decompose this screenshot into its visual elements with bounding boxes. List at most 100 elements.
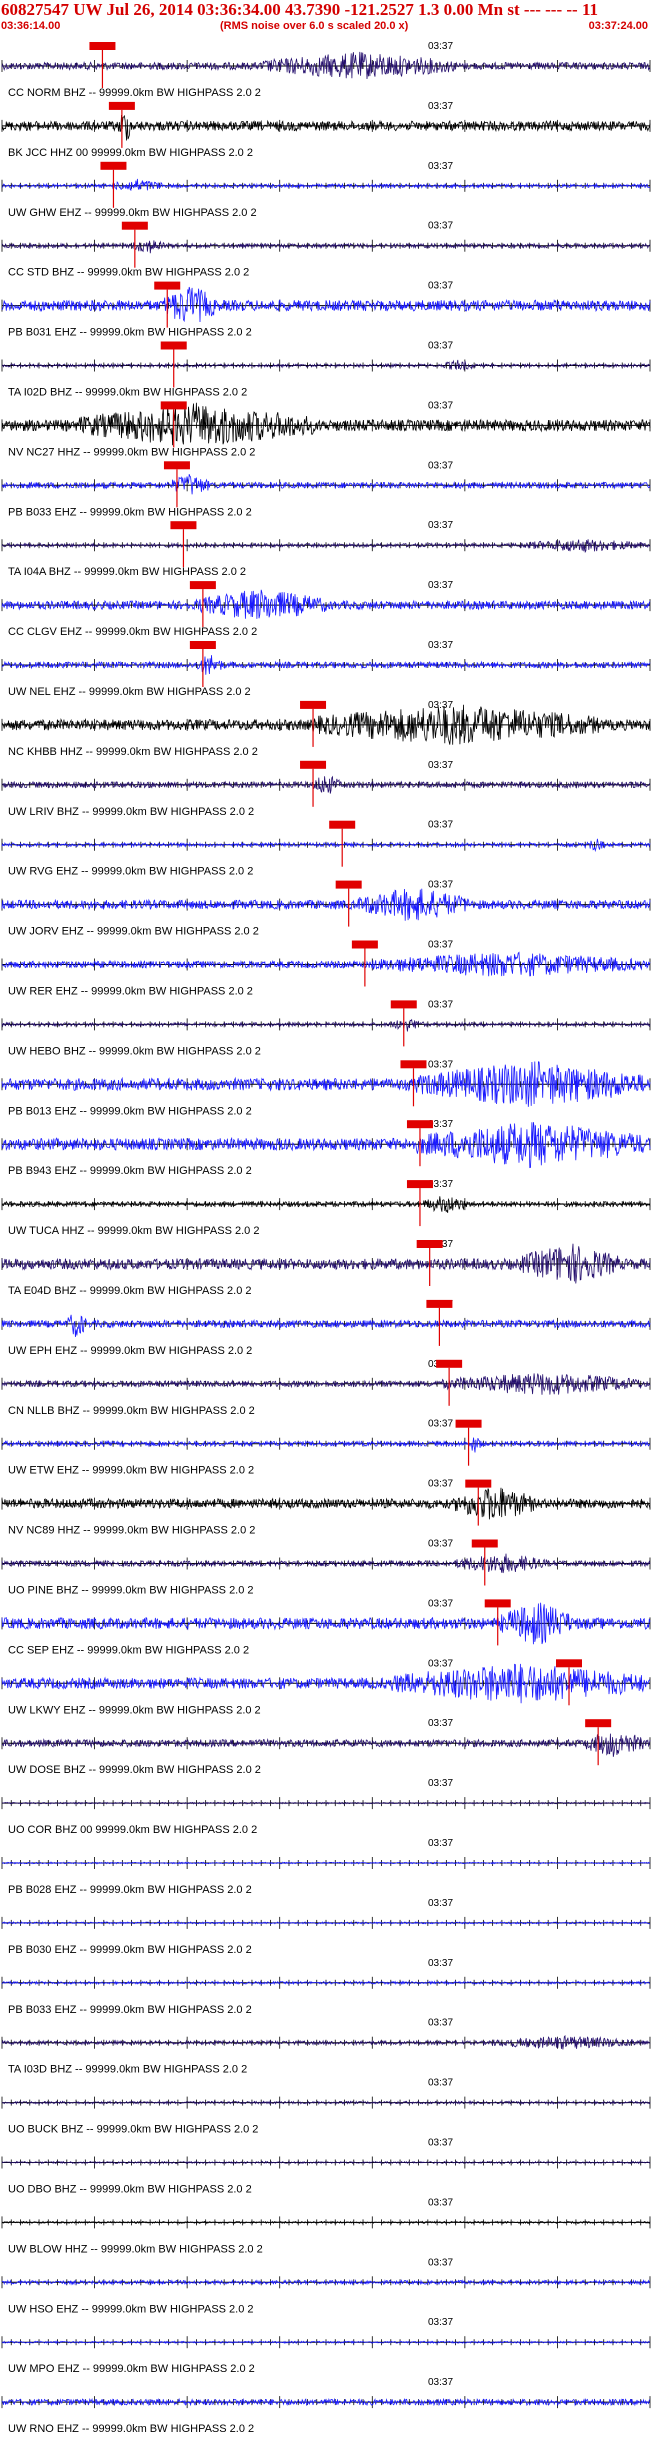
trace-row: 03:37TA E04D BHZ -- 99999.0km BW HIGHPAS…	[1, 1239, 651, 1297]
pick-marker	[406, 1180, 433, 1189]
station-label: TA I04A BHZ -- 99999.0km BW HIGHPASS 2.0…	[8, 566, 246, 578]
pick-marker	[465, 1479, 492, 1488]
trace-row: 03:37 UW MPO EHZ -- 99999.0km BW HIGHPASS…	[1, 2317, 651, 2375]
trace-row: 03:37 UW RNO EHZ -- 99999.0km BW HIGHPASS…	[1, 2377, 651, 2435]
minute-label: 03:37	[428, 1479, 453, 1490]
station-label: PB B030 EHZ -- 99999.0km BW HIGHPASS 2.0…	[8, 1944, 252, 1956]
pick-marker	[455, 1419, 482, 1428]
minute-label: 03:37	[428, 2197, 453, 2208]
pick-marker	[351, 940, 378, 949]
minute-label: 03:37	[428, 880, 453, 891]
pick-marker	[163, 461, 190, 470]
trace-row: 03:37 UO PINE BHZ -- 99999.0km BW HIGHPAS…	[1, 1539, 651, 1597]
pick-marker	[406, 1120, 433, 1129]
station-label: UW TUCA HHZ -- 99999.0km BW HIGHPASS 2.0…	[8, 1225, 259, 1237]
station-label: CN NLLB BHZ -- 99999.0km BW HIGHPASS 2.0…	[8, 1405, 255, 1417]
pick-marker	[390, 1000, 417, 1009]
trace-row: 03:37 TA I03D BHZ -- 99999.0km BW HIGHPAS…	[1, 2018, 651, 2076]
trace-row: 03:37 NV NC27 HHZ -- 99999.0km BW HIGHPAS…	[1, 400, 651, 458]
station-label: UW ETW EHZ -- 99999.0km BW HIGHPASS 2.0 …	[8, 1465, 254, 1477]
station-label: PB B028 EHZ -- 99999.0km BW HIGHPASS 2.0…	[8, 1884, 252, 1896]
minute-label: 03:37	[428, 580, 453, 591]
minute-label: 03:37	[428, 2377, 453, 2388]
station-label: UO COR BHZ 00 99999.0km BW HIGHPASS 2.0 …	[8, 1824, 257, 1836]
station-label: UW NEL EHZ -- 99999.0km BW HIGHPASS 2.0 …	[8, 686, 251, 698]
pick-marker	[484, 1599, 511, 1608]
trace-row: 03:37 CC CLGV EHZ -- 99999.0km BW HIGHPAS…	[1, 580, 651, 638]
waveform	[1, 1196, 651, 1213]
pick-marker	[154, 281, 181, 290]
pick-marker	[426, 1299, 453, 1308]
waveform	[1, 474, 651, 495]
trace-row: 03:37 UO COR BHZ 00 99999.0km BW HIGHPASS…	[1, 1778, 651, 1836]
minute-label: 03:37	[428, 1838, 453, 1849]
trace-row: 03:37 PB B031 EHZ -- 99999.0km BW HIGHPAS…	[1, 281, 651, 339]
trace-row: 03:37 CC NORM BHZ -- 99999.0km BW HIGHPAS…	[1, 41, 651, 99]
station-label: UW LRIV BHZ -- 99999.0km BW HIGHPASS 2.0…	[8, 806, 254, 818]
waveform	[1, 1061, 651, 1107]
minute-label: 03:37	[428, 520, 453, 531]
pick-marker	[108, 101, 135, 110]
station-label: UW GHW EHZ -- 99999.0km BW HIGHPASS 2.0 …	[8, 207, 257, 219]
trace-row: 03:37 TA I04A BHZ -- 99999.0km BW HIGHPAS…	[1, 520, 651, 578]
trace-row: 03:37 BK JCC HHZ 00 99999.0km BW HIGHPASS…	[1, 101, 651, 159]
minute-label: 03:37	[428, 161, 453, 172]
station-label: PB B033 EHZ -- 99999.0km BW HIGHPASS 2.0…	[8, 2004, 252, 2016]
waveform	[1, 286, 651, 323]
pick-marker	[556, 1659, 582, 1668]
minute-label: 03:37	[428, 2317, 453, 2328]
pick-marker	[160, 401, 187, 410]
trace-row: 03:37 UW HEBO BHZ -- 99999.0km BW HIGHPAS…	[1, 999, 651, 1057]
trace-row: 03:37 UW HSO EHZ -- 99999.0km BW HIGHPASS…	[1, 2257, 651, 2315]
minute-label: 03:37	[428, 400, 453, 411]
trace-row: 03:37 UW RVG EHZ -- 99999.0km BW HIGHPASS…	[1, 820, 651, 878]
minute-label: 03:37	[428, 460, 453, 471]
minute-label: 03:37	[428, 2138, 453, 2149]
station-label: CC SEP EHZ -- 99999.0km BW HIGHPASS 2.0 …	[8, 1644, 249, 1656]
station-label: TA I02D BHZ -- 99999.0km BW HIGHPASS 2.0…	[8, 387, 247, 399]
pick-marker	[121, 221, 148, 230]
minute-label: 03:37	[428, 2018, 453, 2029]
station-label: UW HSO EHZ -- 99999.0km BW HIGHPASS 2.0 …	[8, 2303, 254, 2315]
station-label: TA I03D BHZ -- 99999.0km BW HIGHPASS 2.0…	[8, 2064, 247, 2076]
minute-label: 03:37	[428, 820, 453, 831]
minute-label: 03:37	[428, 1898, 453, 1909]
pick-marker	[436, 1359, 463, 1368]
minute-label: 03:37	[428, 940, 453, 951]
trace-row: 03:37 UW GHW EHZ -- 99999.0km BW HIGHPASS…	[1, 161, 651, 219]
minute-label: 03:37	[428, 700, 453, 711]
station-label: BK JCC HHZ 00 99999.0km BW HIGHPASS 2.0 …	[8, 147, 253, 159]
pick-marker	[471, 1539, 498, 1548]
station-label: UW RER EHZ -- 99999.0km BW HIGHPASS 2.0 …	[8, 986, 253, 998]
trace-row: 03:37 PB B028 EHZ -- 99999.0km BW HIGHPAS…	[1, 1838, 651, 1896]
pick-marker	[89, 42, 116, 50]
station-label: PB B013 EHZ -- 99999.0km BW HIGHPASS 2.0…	[8, 1105, 252, 1117]
trace-row: 03:37 CC SEP EHZ -- 99999.0km BW HIGHPASS…	[1, 1598, 651, 1656]
trace-row: 03:37 PB B033 EHZ -- 99999.0km BW HIGHPAS…	[1, 1958, 651, 2016]
station-label: NC KHBB HHZ -- 99999.0km BW HIGHPASS 2.0…	[8, 746, 258, 758]
trace-row: 03:37 NV NC89 HHZ -- 99999.0km BW HIGHPAS…	[1, 1479, 651, 1537]
trace-row: 03:37PB B943 EHZ -- 99999.0km BW HIGHPAS…	[1, 1119, 651, 1177]
minute-label: 03:37	[428, 341, 453, 352]
pick-marker	[335, 880, 362, 889]
trace-row: 03:37 UW LKWY EHZ -- 99999.0km BW HIGHPAS…	[1, 1658, 651, 1716]
minute-label: 03:37	[428, 1718, 453, 1729]
minute-label: 03:37	[428, 1958, 453, 1969]
minute-label: 03:37	[428, 41, 453, 52]
minute-label: 03:37	[428, 1658, 453, 1669]
waveform	[1, 1733, 651, 1757]
station-label: UW RVG EHZ -- 99999.0km BW HIGHPASS 2.0 …	[8, 866, 253, 878]
minute-label: 03:37	[428, 101, 453, 112]
station-label: UW RNO EHZ -- 99999.0km BW HIGHPASS 2.0 …	[8, 2423, 254, 2435]
station-label: TA E04D BHZ -- 99999.0km BW HIGHPASS 2.0…	[8, 1285, 252, 1297]
station-label: PB B031 EHZ -- 99999.0km BW HIGHPASS 2.0…	[8, 327, 252, 339]
minute-label: 03:37	[428, 1598, 453, 1609]
pick-marker	[329, 820, 356, 829]
trace-row: 03:37 NC KHBB HHZ -- 99999.0km BW HIGHPAS…	[1, 700, 651, 758]
pick-marker	[160, 341, 187, 350]
pick-marker	[300, 700, 327, 709]
pick-marker	[100, 161, 127, 170]
waveform	[1, 51, 651, 80]
trace-row: 03:37CN NLLB BHZ -- 99999.0km BW HIGHPAS…	[1, 1359, 651, 1417]
pick-marker	[300, 760, 327, 769]
